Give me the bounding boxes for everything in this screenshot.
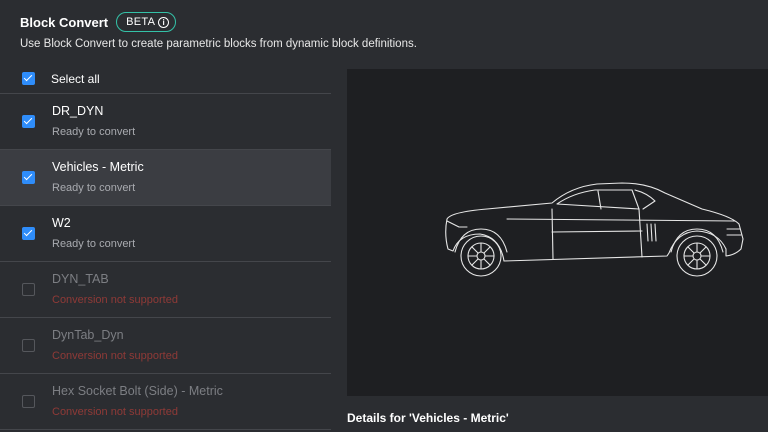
- item-status: Conversion not supported: [52, 406, 178, 418]
- item-checkbox: [22, 339, 35, 352]
- item-checkbox: [22, 395, 35, 408]
- item-checkbox[interactable]: [22, 227, 35, 240]
- item-checkbox[interactable]: [22, 171, 35, 184]
- list-item-dyntab-dyn: DynTab_Dyn Conversion not supported: [0, 318, 331, 374]
- list-item-dr-dyn[interactable]: DR_DYN Ready to convert: [0, 94, 331, 150]
- item-name: DYN_TAB: [52, 272, 109, 286]
- item-name: Hex Socket Bolt (Side) - Metric: [52, 384, 223, 398]
- item-checkbox[interactable]: [22, 115, 35, 128]
- beta-badge[interactable]: BETA i: [116, 12, 177, 32]
- item-name: DynTab_Dyn: [52, 328, 124, 342]
- item-name: W2: [52, 216, 71, 230]
- item-name: Vehicles - Metric: [52, 160, 144, 174]
- details-heading: Details for 'Vehicles - Metric': [347, 411, 509, 425]
- title-row: Block Convert BETA i: [20, 11, 758, 33]
- list-item-vehicles-metric[interactable]: Vehicles - Metric Ready to convert: [0, 150, 331, 206]
- block-preview: [347, 69, 768, 396]
- list-item-w2[interactable]: W2 Ready to convert: [0, 206, 331, 262]
- select-all-label: Select all: [51, 71, 100, 86]
- list-item-dyn-tab: DYN_TAB Conversion not supported: [0, 262, 331, 318]
- list-item-hex-socket-bolt: Hex Socket Bolt (Side) - Metric Conversi…: [0, 374, 331, 430]
- item-checkbox: [22, 283, 35, 296]
- info-icon[interactable]: i: [158, 16, 170, 28]
- select-all-row[interactable]: Select all: [0, 64, 331, 94]
- block-list: Select all DR_DYN Ready to convert Vehic…: [0, 64, 331, 430]
- page-subtitle: Use Block Convert to create parametric b…: [20, 38, 417, 50]
- header: Block Convert BETA i Use Block Convert t…: [20, 11, 758, 50]
- item-status: Ready to convert: [52, 238, 136, 250]
- item-name: DR_DYN: [52, 104, 104, 118]
- item-status: Ready to convert: [52, 182, 136, 194]
- item-status: Conversion not supported: [52, 350, 178, 362]
- select-all-checkbox[interactable]: [22, 72, 35, 85]
- page-title: Block Convert: [20, 14, 109, 30]
- item-status: Conversion not supported: [52, 294, 178, 306]
- car-side-outline-icon: [445, 182, 744, 277]
- beta-badge-label: BETA: [126, 16, 156, 28]
- item-status: Ready to convert: [52, 126, 136, 138]
